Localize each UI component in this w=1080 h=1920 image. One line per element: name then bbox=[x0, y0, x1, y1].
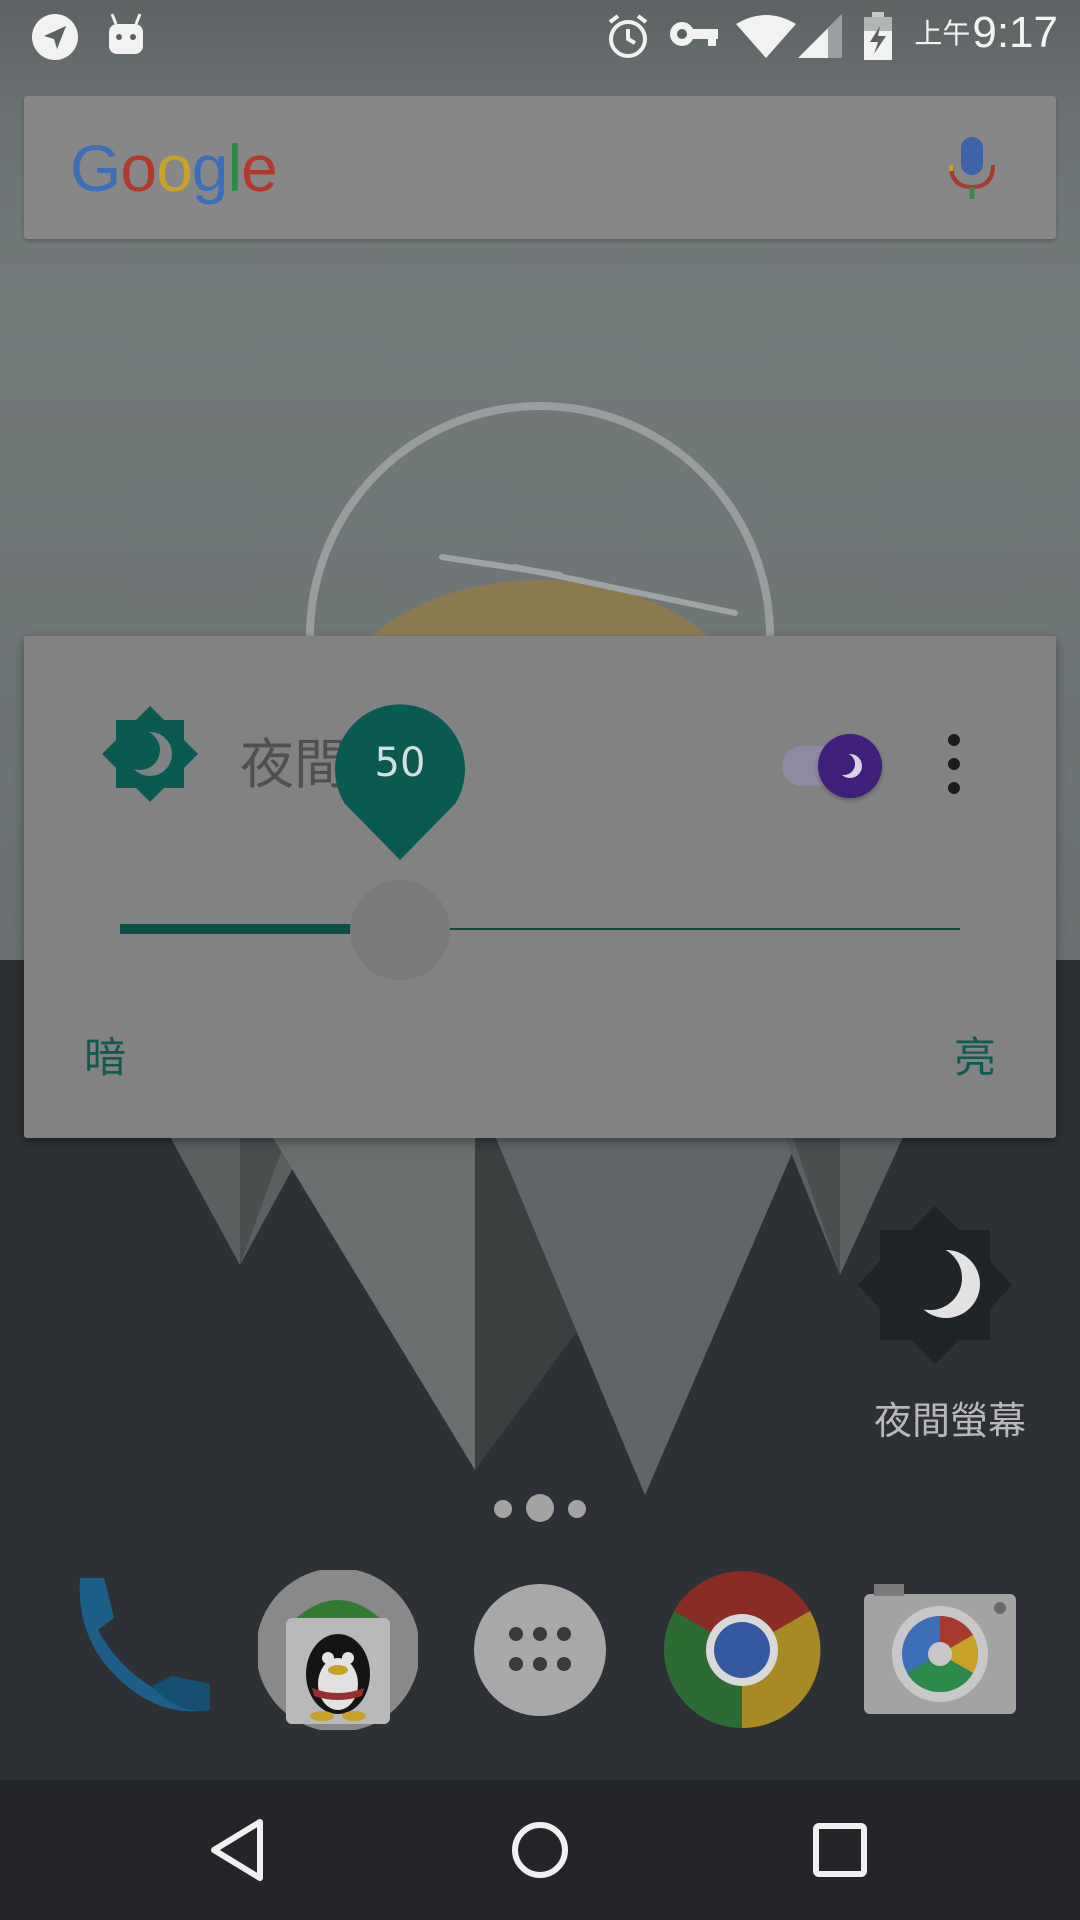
app-drawer[interactable] bbox=[460, 1570, 620, 1730]
status-time-ampm: 上午 bbox=[914, 17, 971, 50]
cell-signal-icon bbox=[798, 14, 842, 58]
status-time: 上午9:17 bbox=[914, 8, 1058, 58]
navigation-bar bbox=[0, 1780, 1080, 1920]
qq-app[interactable] bbox=[256, 1568, 420, 1732]
app-drawer-icon bbox=[474, 1584, 606, 1716]
night-mode-brightness-icon bbox=[102, 706, 198, 802]
home-icon[interactable] bbox=[500, 1810, 580, 1890]
more-dot bbox=[948, 758, 960, 770]
battery-charging-icon bbox=[864, 12, 892, 60]
night-screen-shortcut-icon bbox=[858, 1206, 1012, 1364]
more-options-button[interactable] bbox=[940, 730, 970, 800]
night-mode-toggle[interactable] bbox=[762, 732, 892, 798]
slider-value-bubble: 50 bbox=[335, 700, 465, 860]
slider-value-text: 50 bbox=[374, 740, 426, 786]
more-dot bbox=[948, 782, 960, 794]
moon-icon bbox=[833, 753, 862, 778]
recents-icon[interactable] bbox=[800, 1810, 880, 1890]
mic-icon[interactable] bbox=[945, 135, 999, 201]
camera-app[interactable] bbox=[860, 1570, 1020, 1730]
brightness-slider[interactable]: 50 bbox=[120, 704, 960, 992]
more-dot bbox=[948, 734, 960, 746]
slider-thumb[interactable] bbox=[350, 880, 450, 980]
shortcut-label: 夜間螢幕 bbox=[873, 1399, 1026, 1443]
google-logo-letter: G bbox=[70, 131, 121, 205]
chrome-app[interactable] bbox=[662, 1570, 822, 1730]
google-logo-letter: o bbox=[120, 131, 157, 205]
phone-app[interactable] bbox=[60, 1570, 220, 1730]
label-bright: 亮 bbox=[953, 1033, 996, 1082]
camera-app-icon bbox=[864, 1584, 1016, 1714]
google-logo-letter: l bbox=[227, 131, 243, 205]
qq-app-icon bbox=[256, 1568, 420, 1732]
google-logo-letter: o bbox=[156, 131, 193, 205]
vpn-key-icon bbox=[670, 22, 718, 46]
page-indicator bbox=[490, 1492, 590, 1522]
wifi-icon bbox=[736, 15, 796, 58]
night-screen-dialog: 夜間螢幕 50 暗 亮 bbox=[24, 636, 1056, 1138]
analog-clock-widget[interactable] bbox=[300, 335, 780, 675]
chrome-app-icon bbox=[664, 1571, 821, 1729]
send-icon bbox=[32, 14, 78, 60]
phone-app-icon bbox=[79, 1578, 211, 1712]
night-screen-shortcut[interactable]: 夜間螢幕 bbox=[850, 1200, 1050, 1443]
toggle-knob bbox=[818, 734, 882, 798]
google-logo: Google bbox=[70, 130, 278, 206]
alarm-icon bbox=[608, 14, 648, 58]
back-icon[interactable] bbox=[200, 1810, 280, 1890]
page-dot bbox=[494, 1500, 512, 1518]
status-bar: 上午9:17 bbox=[0, 0, 1080, 72]
page-dot bbox=[568, 1500, 586, 1518]
page-dot-active bbox=[526, 1494, 554, 1522]
label-dark: 暗 bbox=[84, 1033, 127, 1082]
status-time-value: 9:17 bbox=[972, 8, 1058, 57]
google-logo-letter: e bbox=[241, 131, 278, 205]
google-logo-letter: g bbox=[191, 131, 229, 205]
android-icon bbox=[109, 13, 143, 54]
